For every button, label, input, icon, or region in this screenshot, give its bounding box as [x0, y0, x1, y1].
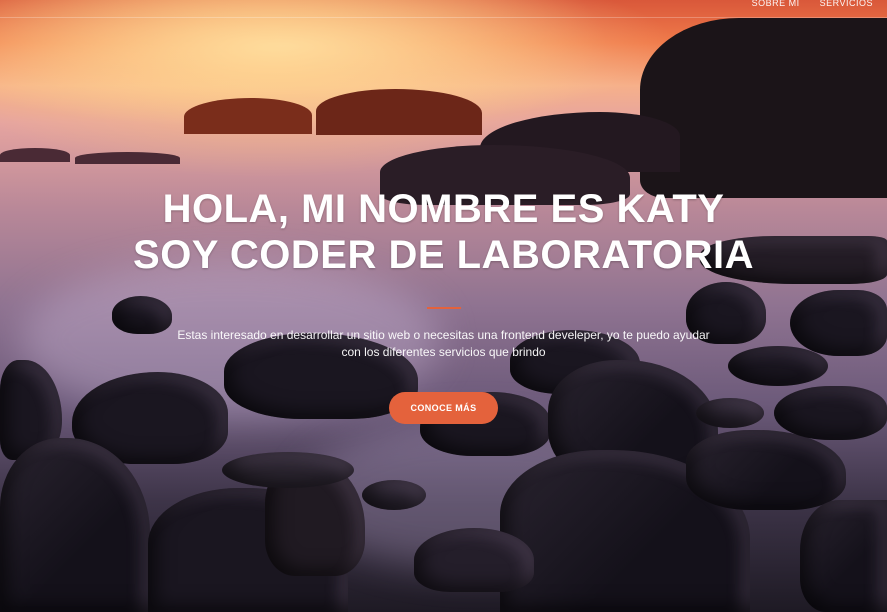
island-left: [184, 98, 312, 134]
rock-5: [0, 438, 150, 612]
nav-link-sobre-mi[interactable]: SOBRE MI: [752, 0, 800, 8]
hero-subtitle-line-1: Estas interesado en desarrollar un sitio…: [177, 328, 710, 342]
rock-14: [414, 528, 534, 592]
hero-subtitle-line-2: con los diferentes servicios que brindo: [341, 345, 546, 359]
island-far-left-2: [75, 152, 180, 164]
rock-20: [800, 500, 887, 612]
header-divider: [0, 17, 887, 18]
top-nav: SOBRE MI SERVICIOS: [752, 0, 873, 14]
nav-link-servicios[interactable]: SERVICIOS: [820, 0, 873, 8]
rock-9: [362, 480, 426, 510]
hero-content: HOLA, MI NOMBRE ES KATY SOY CODER DE LAB…: [0, 186, 887, 424]
hero-headline: HOLA, MI NOMBRE ES KATY SOY CODER DE LAB…: [0, 186, 887, 278]
hero-headline-line-1: HOLA, MI NOMBRE ES KATY: [162, 187, 725, 231]
conoce-mas-button[interactable]: CONOCE MÁS: [389, 392, 498, 424]
island-far-left: [0, 148, 70, 162]
rock-15: [686, 430, 846, 510]
hero-headline-line-2: SOY CODER DE LABORATORIA: [133, 233, 754, 277]
island-center: [316, 89, 482, 135]
rock-8: [222, 452, 354, 488]
hero-subtitle: Estas interesado en desarrollar un sitio…: [124, 327, 764, 361]
accent-divider: [426, 307, 461, 309]
